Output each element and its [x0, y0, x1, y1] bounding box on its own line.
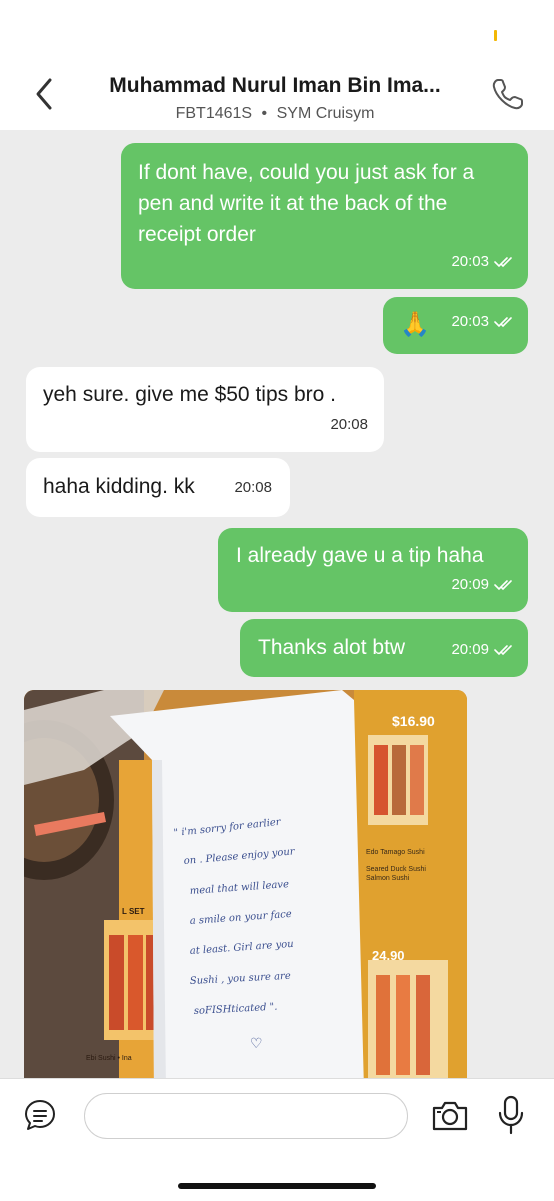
menu-item: Ebi Sushi • Ina: [86, 1055, 132, 1062]
double-check-icon: [494, 644, 512, 655]
incoming-message: haha kidding. kk 20:08: [26, 458, 290, 517]
chat-bubble-icon: [25, 1100, 55, 1130]
outgoing-message: Thanks alot btw 20:09: [240, 619, 528, 677]
message-meta: 20:08: [330, 409, 368, 440]
driver-name: Muhammad Nurul Iman Bin Ima...: [109, 74, 441, 97]
outgoing-message: If dont have, could you just ask for a p…: [121, 143, 528, 289]
status-indicator: [494, 30, 497, 41]
message-input[interactable]: [84, 1093, 408, 1139]
menu-price-top: $16.90: [392, 713, 435, 729]
back-button[interactable]: [28, 76, 64, 112]
outgoing-message: 🙏 20:03: [383, 297, 528, 354]
compose-bar: [0, 1078, 554, 1201]
image-message[interactable]: $16.90 24.90 Edo Tamago Sushi Seared Duc…: [24, 690, 467, 1078]
message-text: I already gave u a tip haha: [236, 544, 484, 567]
message-meta: 20:03: [451, 306, 516, 337]
phone-icon: [492, 79, 523, 110]
message-text: yeh sure. give me $50 tips bro .: [43, 383, 336, 406]
separator: •: [261, 105, 268, 122]
vehicle-plate: FBT1461S: [175, 105, 253, 122]
status-bar: [0, 0, 554, 62]
menu-item: Salmon Sushi: [366, 875, 410, 882]
vehicle-info: FBT1461S • SYM Cruisym: [80, 105, 470, 123]
message-meta: 20:09: [451, 569, 516, 600]
message-time: 20:03: [451, 313, 489, 330]
heart-doodle: ♡: [250, 1036, 263, 1052]
message-time: 20:03: [451, 253, 489, 270]
message-time: 20:08: [330, 416, 368, 433]
call-button[interactable]: [488, 74, 528, 114]
microphone-icon: [498, 1095, 524, 1135]
menu-price-bottom: 24.90: [372, 948, 405, 963]
double-check-icon: [494, 256, 512, 267]
message-meta: 20:03: [451, 246, 516, 277]
message-list[interactable]: If dont have, could you just ask for a p…: [0, 130, 554, 1078]
menu-set-label: L SET: [122, 907, 145, 916]
menu-item: Edo Tamago Sushi: [366, 849, 425, 856]
message-time: 20:09: [451, 641, 489, 658]
double-check-icon: [494, 579, 512, 590]
home-indicator: [178, 1183, 376, 1189]
outgoing-message: I already gave u a tip haha 20:09: [218, 528, 528, 612]
incoming-message: yeh sure. give me $50 tips bro . 20:08: [26, 367, 384, 452]
receipt-photo: $16.90 24.90 Edo Tamago Sushi Seared Duc…: [24, 690, 467, 1078]
vehicle-model: SYM Cruisym: [276, 105, 375, 122]
quick-replies-button[interactable]: [22, 1097, 58, 1133]
chat-header: Muhammad Nurul Iman Bin Ima... FBT1461S …: [0, 62, 554, 130]
message-meta: 20:08: [234, 472, 272, 503]
voice-message-button[interactable]: [496, 1095, 526, 1135]
camera-icon: [432, 1101, 468, 1131]
message-meta: 20:09: [451, 634, 516, 665]
message-text: If dont have, could you just ask for a p…: [138, 161, 475, 246]
double-check-icon: [494, 316, 512, 327]
message-time: 20:08: [234, 479, 272, 496]
menu-item: Seared Duck Sushi: [366, 866, 426, 873]
message-time: 20:09: [451, 576, 489, 593]
chevron-left-icon: [36, 78, 52, 110]
camera-button[interactable]: [430, 1099, 470, 1133]
